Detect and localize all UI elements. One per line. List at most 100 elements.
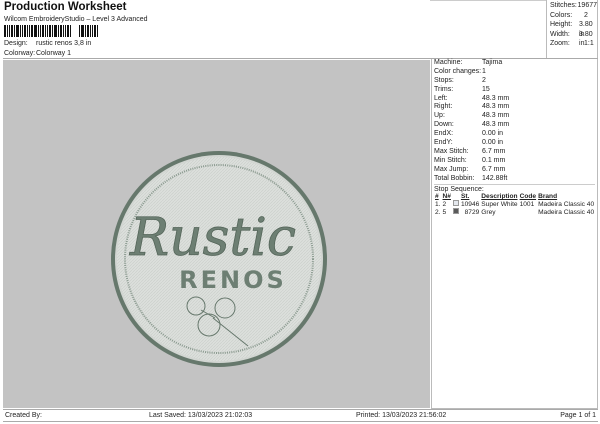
details-panel: Machine: Tajima Color changes: 1 Stops: 2 Trim… [431,59,598,409]
detail-label: Up: [434,112,445,120]
thread-brand: Madeira Classic 40 [538,208,595,216]
embroidery-logo: Rustic RENOS [111,151,327,367]
detail-label: Height: [550,21,573,29]
detail-label: Stitches: [550,2,577,9]
colorway-row: Colorway: Colorway 1 [4,50,71,57]
needle-number: 2 [442,200,447,208]
detail-row: Up: 48.3 mm [434,112,595,121]
details-list: Machine: Tajima Color changes: 1 Stops: 2 Trim… [434,59,595,183]
table-row: 2. 5 8729 Grey Madeira Classic 40 [434,208,595,216]
thread-brand: Madeira Classic 40 [538,200,595,208]
detail-label: Right: [434,103,453,111]
detail-label: Machine: [434,59,463,66]
stitch-count: 8729 [464,208,480,216]
detail-value: 0.00 in [482,139,504,147]
detail-value: 3.80 in [579,21,593,38]
detail-label: EndX: [434,130,454,138]
detail-row: EndY: 0.00 in [434,139,595,148]
detail-value: 6.7 mm [482,147,506,155]
detail-label: Trims: [434,85,454,93]
thread-code: 1001 [519,200,535,208]
detail-row: Height: 3.80 in [550,20,597,38]
stitch-count: 10946 [460,200,480,208]
stop-number: 2. [435,208,441,216]
detail-label: Down: [434,121,454,129]
detail-row: Stops: 2 [434,77,595,86]
detail-row: EndX: 0.00 in [434,130,595,139]
detail-value: 0.1 mm [482,156,506,164]
detail-label: Colors: [550,11,573,19]
detail-value: 48.3 mm [482,121,510,129]
column-header: Code [519,193,537,201]
thread-code [519,208,537,216]
logo-block-text: RENOS [179,266,287,294]
detail-row: Stitches: 19677 [550,1,597,11]
detail-row: Max Stitch: 6.7 mm [434,148,595,157]
detail-row: Min Stitch: 0.1 mm [434,157,595,166]
detail-value: 6.7 mm [482,165,506,173]
detail-label: Color changes: [434,67,482,75]
detail-row: Color changes: 1 [434,68,595,77]
detail-value: 2 [584,11,588,19]
detail-row: Machine: Tajima [434,59,595,68]
column-header: Description [481,193,518,201]
stop-sequence-table: # N# St. Description Code Brand 1. 2 10946 Super … [434,193,595,216]
column-header: St. [460,193,470,201]
detail-label: Width: [550,30,570,38]
design-preview: Rustic RENOS [3,60,430,408]
detail-value: 3.80 in [579,30,593,48]
stop-number: 1. [435,200,441,208]
printed-date: Printed: 13/03/2023 21:56:02 [356,412,447,419]
column-header: Brand [538,193,558,201]
software-name: Wilcom EmbroideryStudio – Level 3 Advanc… [4,16,148,23]
page-number: Page 1 of 1 [560,412,596,419]
detail-label: Total Bobbin: [434,174,475,182]
detail-row: Width: 3.80 in [550,30,597,48]
table-row: 1. 2 10946 Super White 1001 Madeira Classic 4… [434,200,595,208]
detail-label: EndY: [434,139,453,147]
column-header [452,193,460,200]
design-value: rustic renos 3,8 in [36,40,92,47]
page-title: Production Worksheet [4,1,127,13]
last-saved: Last Saved: 13/03/2023 21:02:03 [149,412,253,419]
column-header: N# [442,193,451,201]
detail-row: Max Jump: 6.7 mm [434,166,595,175]
detail-label: Zoom: [550,40,570,48]
detail-row: Total Bobbin: 142.88ft [434,175,595,184]
detail-label: Min Stitch: [434,156,467,164]
detail-row: Down: 48.3 mm [434,121,595,130]
detail-label: Stops: [434,76,454,84]
detail-label: Left: [434,94,448,102]
thread-description: Grey [481,208,496,216]
colorway-value: Colorway 1 [36,50,72,57]
thread-description: Super White [481,200,518,208]
detail-value: 19677 [577,2,597,9]
footer: Created By: Last Saved: 13/03/2023 21:02… [3,409,598,422]
detail-value: 15 [482,85,490,93]
barcode [4,25,152,37]
detail-row: Colors: 2 [550,11,597,21]
stop-sequence-label: Stop Sequence: [434,186,484,194]
design-label: Design: [4,40,28,47]
header-spacer [430,0,546,58]
design-row: Design: rustic renos 3,8 in [4,40,91,47]
detail-row: Right: 48.3 mm [434,103,595,112]
color-swatch [452,208,460,216]
colorway-label: Colorway: [4,50,36,57]
detail-row: Left: 48.3 mm [434,95,595,104]
detail-value: 48.3 mm [482,112,510,120]
color-swatch [452,200,460,208]
detail-value: 48.3 mm [482,103,510,111]
needle-number: 5 [442,208,447,216]
logo-script-text: Rustic [129,208,296,268]
created-by: Created By: [5,412,42,419]
detail-label: Max Stitch: [434,147,469,155]
detail-value: Tajima [482,59,503,66]
detail-value: 2 [482,76,486,84]
detail-value: 0.00 in [482,130,504,138]
detail-value: 48.3 mm [482,94,510,102]
detail-value: 142.88ft [482,174,508,182]
detail-row: Trims: 15 [434,86,595,95]
detail-value: 1 [482,67,486,75]
detail-value: 1:1 [584,40,594,48]
